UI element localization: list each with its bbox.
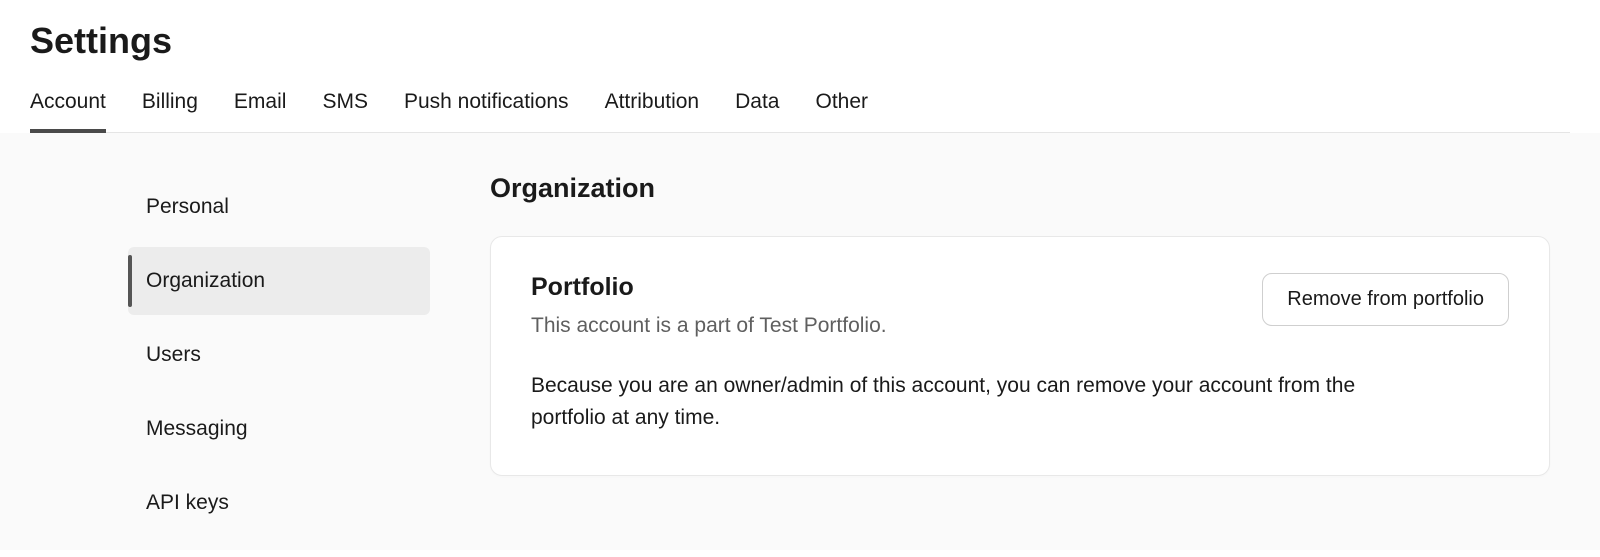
remove-from-portfolio-button[interactable]: Remove from portfolio <box>1262 273 1509 326</box>
tab-data[interactable]: Data <box>735 90 779 132</box>
sidebar-item-organization[interactable]: Organization <box>128 247 430 315</box>
top-tabs: Account Billing Email SMS Push notificat… <box>30 90 1570 133</box>
tab-billing[interactable]: Billing <box>142 90 198 132</box>
portfolio-subtext: This account is a part of Test Portfolio… <box>531 310 1242 342</box>
tab-sms[interactable]: SMS <box>322 90 368 132</box>
portfolio-heading: Portfolio <box>531 273 1242 302</box>
sidebar-item-users[interactable]: Users <box>128 321 430 389</box>
main-content: Organization Portfolio This account is a… <box>440 173 1600 550</box>
sidebar-item-personal[interactable]: Personal <box>128 173 430 241</box>
section-title: Organization <box>490 173 1550 204</box>
portfolio-body-text: Because you are an owner/admin of this a… <box>531 370 1431 435</box>
sidebar: Personal Organization Users Messaging AP… <box>0 173 440 550</box>
portfolio-card-header: Portfolio This account is a part of Test… <box>531 273 1509 342</box>
tab-attribution[interactable]: Attribution <box>605 90 700 132</box>
portfolio-card: Portfolio This account is a part of Test… <box>490 236 1550 476</box>
sidebar-item-messaging[interactable]: Messaging <box>128 395 430 463</box>
sidebar-item-api-keys[interactable]: API keys <box>128 469 430 537</box>
tab-account[interactable]: Account <box>30 90 106 132</box>
tab-push-notifications[interactable]: Push notifications <box>404 90 569 132</box>
tab-other[interactable]: Other <box>815 90 868 132</box>
tab-email[interactable]: Email <box>234 90 287 132</box>
settings-header: Settings Account Billing Email SMS Push … <box>0 0 1600 133</box>
content-area: Personal Organization Users Messaging AP… <box>0 133 1600 550</box>
portfolio-card-header-text: Portfolio This account is a part of Test… <box>531 273 1242 342</box>
page-title: Settings <box>30 20 1570 62</box>
